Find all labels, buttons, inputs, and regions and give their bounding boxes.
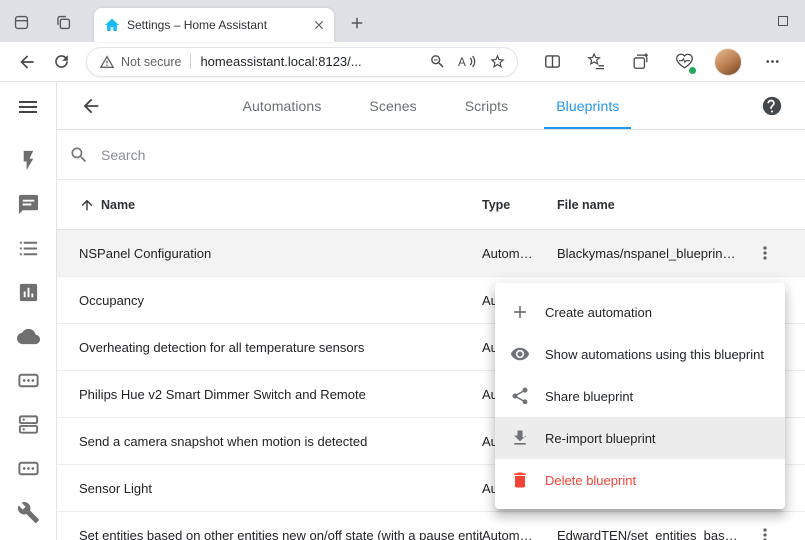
security-label: Not secure bbox=[121, 55, 181, 69]
row-overflow-menu-icon[interactable] bbox=[751, 521, 779, 540]
menu-item-reimport-blueprint[interactable]: Re-import blueprint bbox=[495, 417, 785, 459]
row-overflow-menu-icon[interactable] bbox=[751, 239, 779, 267]
blueprint-name: NSPanel Configuration bbox=[79, 246, 482, 261]
tab-actions-icon[interactable] bbox=[50, 9, 76, 35]
table-row[interactable]: NSPanel Configuration Autom… Blackymas/n… bbox=[57, 230, 805, 277]
history-chart-icon[interactable] bbox=[16, 280, 40, 304]
sidebar-menu-icon[interactable] bbox=[16, 95, 40, 119]
blueprint-name: Philips Hue v2 Smart Dimmer Switch and R… bbox=[79, 387, 482, 402]
blueprint-file: Blackymas/nspanel_blueprin… bbox=[557, 246, 751, 261]
list-icon[interactable] bbox=[16, 236, 40, 260]
browser-essentials-icon[interactable] bbox=[666, 45, 702, 79]
tab-group: Automations Scenes Scripts Blueprints bbox=[231, 82, 632, 129]
menu-item-create-automation[interactable]: Create automation bbox=[495, 291, 785, 333]
tab-scenes[interactable]: Scenes bbox=[357, 82, 428, 129]
blueprint-name: Occupancy bbox=[79, 293, 482, 308]
split-screen-icon[interactable] bbox=[534, 45, 570, 79]
plus-icon bbox=[510, 302, 530, 322]
browser-toolbar: Not secure homeassistant.local:8123/... … bbox=[0, 42, 805, 82]
sort-ascending-icon bbox=[79, 197, 95, 213]
search-icon bbox=[69, 145, 89, 165]
chat-icon[interactable] bbox=[16, 192, 40, 216]
blueprint-name: Overheating detection for all temperatur… bbox=[79, 340, 482, 355]
back-button[interactable] bbox=[10, 46, 44, 78]
download-icon bbox=[510, 428, 530, 448]
browser-tab[interactable]: Settings – Home Assistant bbox=[94, 8, 334, 42]
new-tab-button[interactable] bbox=[344, 10, 370, 36]
omnibox-divider bbox=[190, 54, 191, 69]
favorite-star-icon[interactable] bbox=[485, 50, 509, 74]
not-secure-warning-icon bbox=[99, 54, 115, 70]
share-icon bbox=[510, 386, 530, 406]
menu-item-delete-blueprint[interactable]: Delete blueprint bbox=[495, 459, 785, 501]
settings-tab-bar: Automations Scenes Scripts Blueprints bbox=[57, 82, 805, 130]
more-menu-icon[interactable] bbox=[754, 45, 790, 79]
menu-item-share-blueprint[interactable]: Share blueprint bbox=[495, 375, 785, 417]
browser-window: Settings – Home Assistant Not secure hom… bbox=[0, 0, 805, 540]
maximize-button[interactable] bbox=[773, 11, 793, 31]
favorites-icon[interactable] bbox=[578, 45, 614, 79]
table-row[interactable]: Set entities based on other entities new… bbox=[57, 512, 805, 540]
tab-scripts[interactable]: Scripts bbox=[453, 82, 521, 129]
maximize-icon bbox=[778, 16, 788, 26]
column-header-file[interactable]: File name bbox=[557, 198, 751, 212]
server-icon-1[interactable] bbox=[16, 368, 40, 392]
search-input[interactable] bbox=[101, 147, 793, 163]
profile-avatar[interactable] bbox=[715, 49, 741, 75]
menu-item-show-automations[interactable]: Show automations using this blueprint bbox=[495, 333, 785, 375]
browser-titlebar: Settings – Home Assistant bbox=[0, 0, 805, 42]
blueprint-name: Send a camera snapshot when motion is de… bbox=[79, 434, 482, 449]
blueprint-name: Set entities based on other entities new… bbox=[79, 528, 482, 540]
help-icon[interactable] bbox=[761, 95, 783, 117]
read-aloud-icon[interactable]: A bbox=[455, 50, 479, 74]
url-text: homeassistant.local:8123/... bbox=[200, 54, 361, 69]
search-bar bbox=[57, 130, 805, 180]
ha-sidebar bbox=[0, 82, 57, 540]
server-icon-2[interactable] bbox=[16, 412, 40, 436]
energy-bolt-icon[interactable] bbox=[16, 148, 40, 172]
app-back-button[interactable] bbox=[78, 93, 104, 119]
toolbar-actions bbox=[534, 45, 790, 79]
blueprint-file: EdwardTEN/set_entities_bas… bbox=[557, 528, 751, 540]
table-header: Name Type File name bbox=[57, 180, 805, 230]
server-icon-3[interactable] bbox=[16, 456, 40, 480]
blueprint-type: Autom… bbox=[482, 528, 557, 540]
tab-close-icon[interactable] bbox=[310, 16, 328, 34]
wrench-icon[interactable] bbox=[16, 500, 40, 524]
collections-icon[interactable] bbox=[622, 45, 658, 79]
address-bar[interactable]: Not secure homeassistant.local:8123/... … bbox=[86, 47, 518, 77]
workspaces-icon[interactable] bbox=[8, 9, 34, 35]
tab-blueprints[interactable]: Blueprints bbox=[544, 82, 631, 129]
tab-automations[interactable]: Automations bbox=[231, 82, 334, 129]
svg-text:A: A bbox=[458, 56, 466, 69]
status-dot bbox=[688, 66, 697, 75]
trash-icon bbox=[510, 470, 530, 490]
home-assistant-favicon-icon bbox=[104, 17, 120, 33]
column-header-name[interactable]: Name bbox=[79, 197, 482, 213]
zoom-out-icon[interactable] bbox=[425, 50, 449, 74]
blueprint-type: Autom… bbox=[482, 246, 557, 261]
blueprint-name: Sensor Light bbox=[79, 481, 482, 496]
refresh-button[interactable] bbox=[44, 46, 78, 78]
context-menu: Create automation Show automations using… bbox=[495, 283, 785, 509]
tab-title: Settings – Home Assistant bbox=[127, 18, 303, 32]
cloud-icon[interactable] bbox=[16, 324, 40, 348]
eye-icon bbox=[510, 344, 530, 364]
column-header-type[interactable]: Type bbox=[482, 198, 557, 212]
